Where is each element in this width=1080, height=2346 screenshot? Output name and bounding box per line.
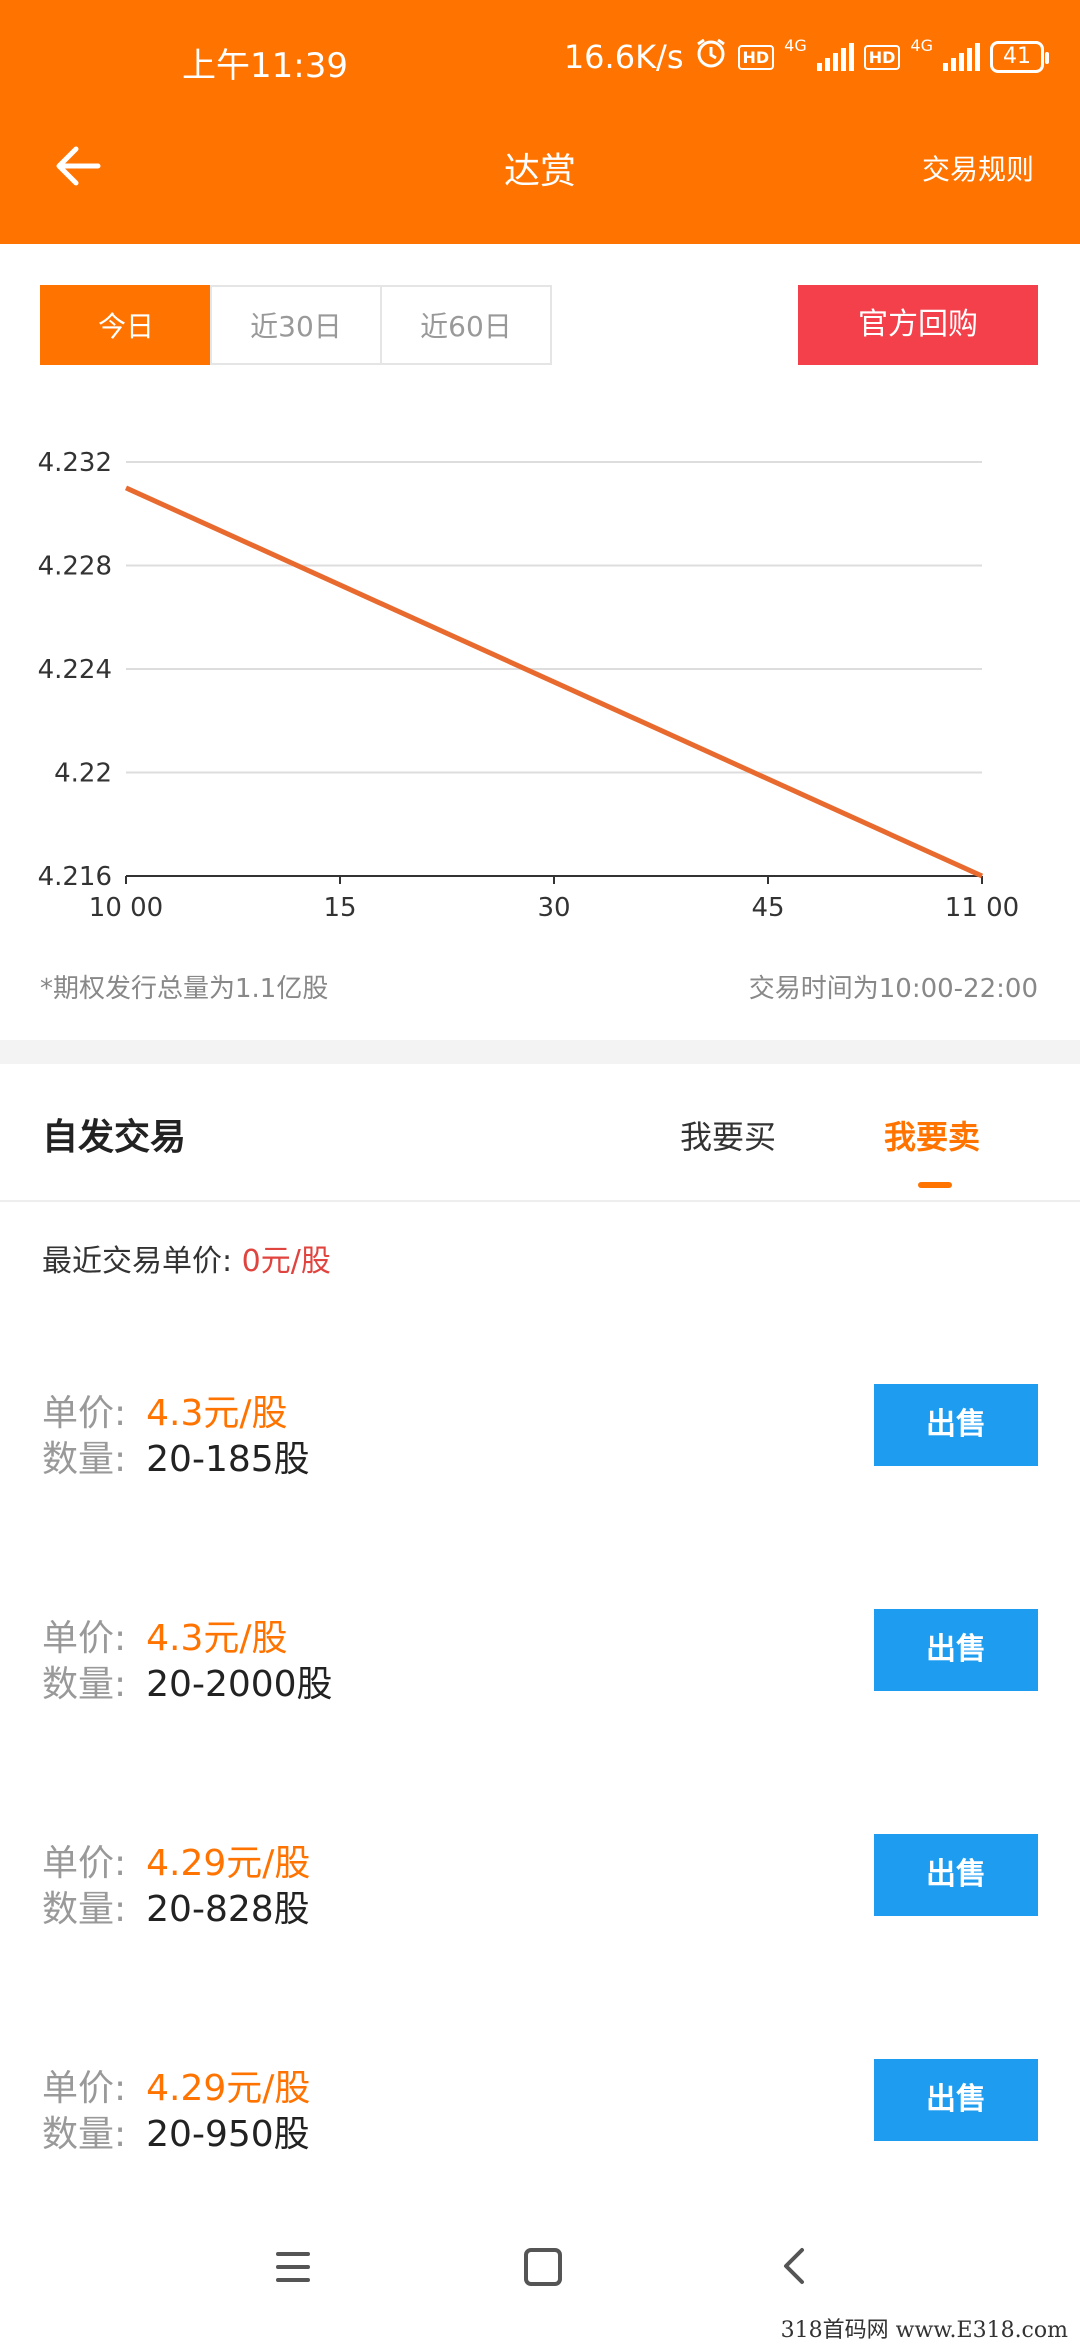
listing-price: 4.29元/股	[146, 1843, 311, 1884]
listing-quantity: 20-185股	[146, 1439, 310, 1480]
y-tick-label: 4.216	[38, 862, 112, 892]
x-tick-label: 15	[323, 893, 356, 923]
y-tick-label: 4.228	[38, 552, 112, 582]
listing-item: 单价: 4.29元/股 数量: 20-950股 出售	[0, 2059, 1080, 2209]
signal-1-label: 4G	[784, 36, 807, 55]
tab-today[interactable]: 今日	[40, 285, 212, 365]
alarm-icon	[694, 36, 728, 78]
system-nav-bar	[0, 2222, 1080, 2318]
sell-button[interactable]: 出售	[874, 1384, 1038, 1466]
recent-price-label: 最近交易单价:	[42, 1244, 233, 1279]
recent-price-value: 0元/股	[241, 1244, 331, 1279]
hd-badge-2: HD	[863, 44, 901, 70]
x-tick-label: 10 00	[89, 893, 163, 923]
network-speed: 16.6K/s	[563, 38, 684, 76]
y-tick-label: 4.232	[38, 448, 112, 478]
quantity-label: 数量:	[42, 1664, 127, 1705]
range-tabs: 今日 近30日 近60日	[40, 285, 552, 365]
page-title: 达赏	[503, 151, 576, 192]
price-series-line	[124, 485, 984, 879]
price-label: 单价:	[42, 1618, 127, 1659]
quantity-label: 数量:	[42, 1889, 127, 1930]
trading-hours-note: 交易时间为10:00-22:00	[748, 974, 1038, 1004]
home-icon[interactable]	[524, 2248, 562, 2286]
divider	[0, 1200, 1080, 1202]
signal-2-label: 4G	[910, 36, 933, 55]
listing-item: 单价: 4.3元/股 数量: 20-2000股 出售	[0, 1609, 1080, 1759]
trade-section-title: 自发交易	[42, 1117, 187, 1158]
listing-price: 4.3元/股	[146, 1618, 288, 1659]
tab-60-days[interactable]: 近60日	[380, 285, 552, 365]
price-chart: 4.232 4.228 4.224 4.22 4.216 10 00 15 30 45 11 0…	[38, 448, 1020, 923]
sell-button[interactable]: 出售	[874, 2059, 1038, 2141]
menu-icon[interactable]	[276, 2252, 310, 2282]
status-time: 上午11:39	[182, 46, 348, 86]
listing-quantity: 20-950股	[146, 2114, 310, 2155]
listing-item: 单价: 4.29元/股 数量: 20-828股 出售	[0, 1834, 1080, 1984]
price-label: 单价:	[42, 1843, 127, 1884]
hd-badge-1: HD	[737, 44, 775, 70]
watermark: 318首码网 www.E318.com	[774, 2310, 1074, 2346]
app-header: 上午11:39 16.6K/s HD 4G HD 4G 41 达赏 交易规则	[0, 0, 1080, 244]
listing-price: 4.3元/股	[146, 1393, 288, 1434]
y-tick-label: 4.224	[38, 655, 112, 685]
section-separator	[0, 1040, 1080, 1064]
quantity-label: 数量:	[42, 2114, 127, 2155]
x-tick-label: 11 00	[945, 893, 1019, 923]
quantity-label: 数量:	[42, 1439, 127, 1480]
active-tab-indicator	[918, 1182, 952, 1188]
recent-price-row: 最近交易单价: 0元/股	[42, 1236, 331, 1280]
trade-rules-link[interactable]: 交易规则	[922, 148, 1034, 188]
sell-button[interactable]: 出售	[874, 1609, 1038, 1691]
sell-button[interactable]: 出售	[874, 1834, 1038, 1916]
listing-price: 4.29元/股	[146, 2068, 311, 2109]
tab-sell[interactable]: 我要卖	[884, 1112, 980, 1158]
listing-quantity: 20-828股	[146, 1889, 310, 1930]
y-tick-label: 4.22	[54, 759, 112, 789]
issuance-note: *期权发行总量为1.1亿股	[40, 974, 329, 1004]
signal-2-icon	[943, 43, 980, 71]
status-bar-right: 16.6K/s HD 4G HD 4G 41	[563, 36, 1049, 78]
listing-item: 单价: 4.3元/股 数量: 20-185股 出售	[0, 1384, 1080, 1534]
listing-quantity: 20-2000股	[146, 1664, 333, 1705]
price-label: 单价:	[42, 2068, 127, 2109]
x-tick-label: 30	[537, 893, 570, 923]
official-buyback-button[interactable]: 官方回购	[798, 285, 1038, 365]
signal-1-icon	[816, 43, 854, 71]
tab-30-days[interactable]: 近30日	[210, 285, 382, 365]
battery-icon: 41	[990, 41, 1049, 73]
price-label: 单价:	[42, 1393, 127, 1434]
nav-back-icon[interactable]	[778, 2246, 808, 2286]
x-tick-label: 45	[751, 893, 784, 923]
tab-buy[interactable]: 我要买	[680, 1112, 776, 1158]
